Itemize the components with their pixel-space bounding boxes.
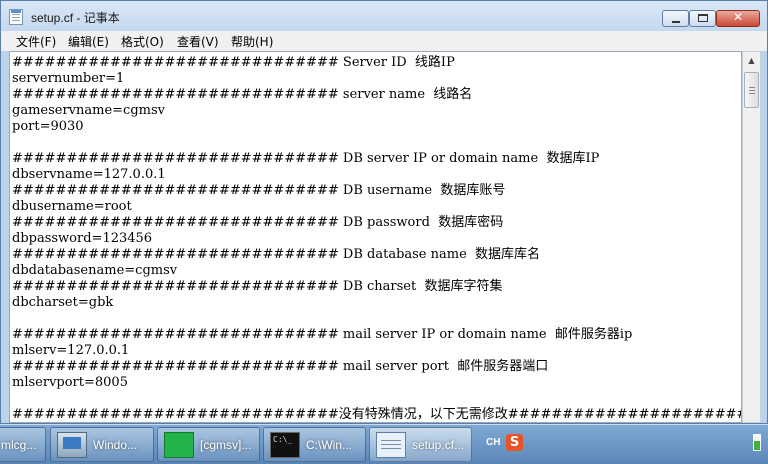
editor-line: dbdatabasename=cgmsv bbox=[12, 263, 178, 278]
editor-line: ############################## DB server… bbox=[12, 151, 600, 166]
notepad-window: setup.cf - 记事本 ✕ 文件(F) 编辑(E) 格式(O) 查看(V)… bbox=[0, 0, 768, 424]
editor-line: ############################## DB charse… bbox=[12, 279, 503, 294]
editor-line: ############################## Server ID… bbox=[12, 55, 455, 70]
editor-line: mlservport=8005 bbox=[12, 375, 128, 390]
cgmsv-icon bbox=[164, 432, 194, 458]
editor-line: servernumber=1 bbox=[12, 71, 125, 86]
menu-file[interactable]: 文件(F) bbox=[16, 33, 56, 50]
menu-view[interactable]: 查看(V) bbox=[177, 33, 219, 50]
scrollbar-thumb[interactable] bbox=[744, 72, 759, 108]
menu-help[interactable]: 帮助(H) bbox=[231, 33, 273, 50]
notepad-icon bbox=[376, 432, 406, 458]
editor-line: dbcharset=gbk bbox=[12, 295, 114, 310]
editor-line: mlserv=127.0.0.1 bbox=[12, 343, 130, 358]
menu-edit[interactable]: 编辑(E) bbox=[68, 33, 109, 50]
notepad-icon[interactable] bbox=[9, 9, 23, 25]
editor-line: ############################## DB passwo… bbox=[12, 215, 504, 230]
close-button[interactable]: ✕ bbox=[716, 10, 760, 27]
menu-bar: 文件(F) 编辑(E) 格式(O) 查看(V) 帮助(H) bbox=[1, 31, 767, 51]
language-indicator[interactable]: CH bbox=[486, 437, 500, 448]
taskbar: mlcg... Windo... [cgmsv]... C:\Win... se… bbox=[0, 424, 768, 464]
editor-line: gameservname=cgmsv bbox=[12, 103, 165, 118]
editor-line: port=9030 bbox=[12, 119, 84, 134]
taskbar-item-notepad[interactable]: setup.cf... bbox=[369, 427, 472, 462]
vertical-scrollbar[interactable]: ▲ bbox=[742, 51, 761, 423]
taskbar-item-label: Windo... bbox=[93, 438, 138, 452]
minimize-icon bbox=[672, 21, 680, 23]
editor-line: dbservname=127.0.0.1 bbox=[12, 167, 166, 182]
editor-line: ############################## mail serv… bbox=[12, 327, 633, 342]
editor-line: ############################## server na… bbox=[12, 87, 473, 102]
minimize-button[interactable] bbox=[662, 10, 689, 27]
close-icon: ✕ bbox=[732, 10, 744, 24]
editor-line: ############################## DB userna… bbox=[12, 183, 506, 198]
taskbar-item-cgmsv[interactable]: [cgmsv]... bbox=[157, 427, 260, 462]
maximize-button[interactable] bbox=[689, 10, 716, 27]
taskbar-item-label: C:\Win... bbox=[306, 438, 353, 452]
editor-line: ############################## mail serv… bbox=[12, 359, 549, 374]
editor-line: ##############################没有特殊情况，以下无… bbox=[12, 407, 742, 422]
text-editor[interactable]: ############################## Server ID… bbox=[9, 51, 742, 423]
editor-line: dbusername=root bbox=[12, 199, 132, 214]
taskbar-item-label: mlcg... bbox=[1, 438, 37, 452]
scroll-up-arrow-icon[interactable]: ▲ bbox=[743, 52, 760, 69]
window-title: setup.cf - 记事本 bbox=[31, 11, 120, 25]
maximize-icon bbox=[698, 14, 708, 22]
editor-line: ############################## DB databa… bbox=[12, 247, 541, 262]
taskbar-item-cmd[interactable]: C:\Win... bbox=[263, 427, 366, 462]
windows-icon bbox=[57, 432, 87, 458]
taskbar-item-label: [cgmsv]... bbox=[200, 438, 252, 452]
cmd-icon bbox=[270, 432, 300, 458]
title-bar[interactable]: setup.cf - 记事本 ✕ bbox=[1, 1, 767, 31]
menu-format[interactable]: 格式(O) bbox=[121, 33, 164, 50]
taskbar-item-windows[interactable]: Windo... bbox=[50, 427, 154, 462]
sogou-ime-icon[interactable]: S bbox=[506, 434, 523, 451]
editor-line: dbpassword=123456 bbox=[12, 231, 153, 246]
taskbar-item-label: setup.cf... bbox=[412, 438, 465, 452]
taskbar-item-mlcg[interactable]: mlcg... bbox=[0, 427, 46, 462]
battery-icon[interactable] bbox=[753, 434, 761, 451]
